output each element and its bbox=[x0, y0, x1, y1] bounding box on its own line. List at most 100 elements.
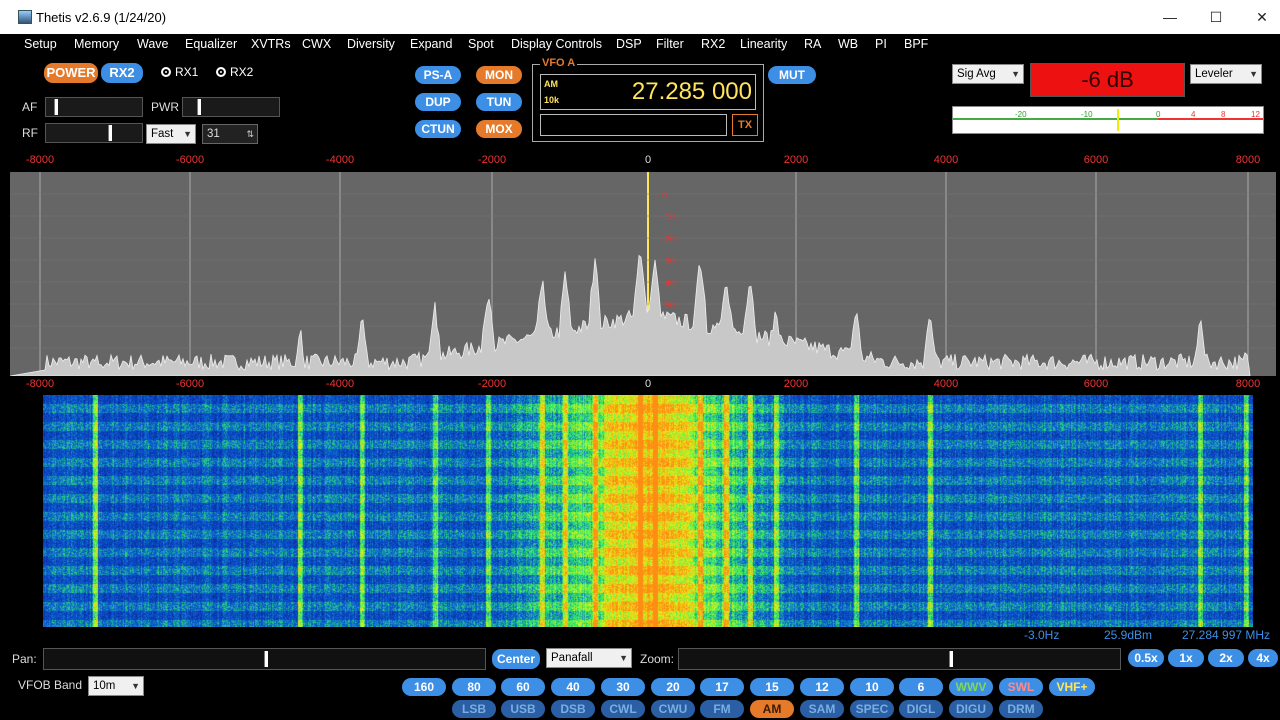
mode-am-button[interactable]: AM bbox=[750, 700, 794, 718]
mode-usb-button[interactable]: USB bbox=[501, 700, 545, 718]
vfo-step: 10k bbox=[544, 95, 560, 105]
menu-xvtrs[interactable]: XVTRs bbox=[251, 37, 291, 51]
vfo-frequency[interactable]: 27.285 000 bbox=[600, 78, 752, 106]
pan-slider[interactable] bbox=[43, 648, 486, 670]
mon-button[interactable]: MON bbox=[476, 66, 522, 84]
db-label: -20 bbox=[662, 234, 675, 244]
mode-sam-button[interactable]: SAM bbox=[800, 700, 844, 718]
zoom-label: Zoom: bbox=[640, 652, 675, 666]
band-wwv-button[interactable]: WWV bbox=[949, 678, 993, 696]
rf-label: RF bbox=[22, 126, 38, 140]
rx-meter-select[interactable]: Sig Avg ▼ bbox=[952, 64, 1024, 84]
panadapter[interactable]: 0-10-20-30-40-50-60 bbox=[10, 172, 1276, 376]
mut-button[interactable]: MUT bbox=[768, 66, 816, 84]
band-80-button[interactable]: 80 bbox=[452, 678, 496, 696]
menu-linearity[interactable]: Linearity bbox=[740, 37, 787, 51]
zoom-slider[interactable] bbox=[678, 648, 1121, 670]
mode-spec-button[interactable]: SPEC bbox=[850, 700, 894, 718]
pan-label: Pan: bbox=[12, 652, 37, 666]
band-60-button[interactable]: 60 bbox=[501, 678, 545, 696]
pwr-slider-thumb[interactable] bbox=[197, 99, 201, 115]
mode-dsb-button[interactable]: DSB bbox=[551, 700, 595, 718]
rf-slider-thumb[interactable] bbox=[108, 125, 112, 141]
mox-button[interactable]: MOX bbox=[476, 120, 522, 138]
zoom-0-5x-button[interactable]: 0.5x bbox=[1128, 649, 1164, 667]
top-freq-label: -4000 bbox=[325, 154, 355, 166]
radio-dot-icon bbox=[216, 67, 226, 77]
menu-equalizer[interactable]: Equalizer bbox=[185, 37, 237, 51]
tun-button[interactable]: TUN bbox=[476, 93, 522, 111]
tx-button[interactable]: TX bbox=[732, 114, 758, 136]
menu-spot[interactable]: Spot bbox=[468, 37, 494, 51]
agc-mode-select[interactable]: Fast ▼ bbox=[146, 124, 196, 144]
menu-setup[interactable]: Setup bbox=[24, 37, 57, 51]
band-20-button[interactable]: 20 bbox=[651, 678, 695, 696]
mode-drm-button[interactable]: DRM bbox=[999, 700, 1043, 718]
close-icon[interactable]: ✕ bbox=[1247, 6, 1277, 28]
mode-digl-button[interactable]: DIGL bbox=[899, 700, 943, 718]
agc-threshold-stepper[interactable]: 31 ⇅ bbox=[202, 124, 258, 144]
rx1-radio[interactable]: RX1 bbox=[161, 65, 198, 79]
rx2-radio-label: RX2 bbox=[230, 65, 254, 79]
menu-dsp[interactable]: DSP bbox=[616, 37, 642, 51]
ps-a-button[interactable]: PS-A bbox=[415, 66, 461, 84]
zoom-2x-button[interactable]: 2x bbox=[1208, 649, 1244, 667]
band-10-button[interactable]: 10 bbox=[850, 678, 894, 696]
vfo-mode: AM bbox=[544, 79, 558, 89]
mode-lsb-button[interactable]: LSB bbox=[452, 700, 496, 718]
menu-pi[interactable]: PI bbox=[875, 37, 887, 51]
mode-cwu-button[interactable]: CWU bbox=[651, 700, 695, 718]
band-6-button[interactable]: 6 bbox=[899, 678, 943, 696]
rx2-button[interactable]: RX2 bbox=[101, 63, 143, 83]
tx-meter-select[interactable]: Leveler ▼ bbox=[1190, 64, 1262, 84]
display-mode-select[interactable]: Panafall ▼ bbox=[546, 648, 632, 668]
power-button[interactable]: POWER bbox=[44, 63, 98, 83]
band-160-button[interactable]: 160 bbox=[402, 678, 446, 696]
menu-rx2[interactable]: RX2 bbox=[701, 37, 725, 51]
band-swl-button[interactable]: SWL bbox=[999, 678, 1043, 696]
menu-cwx[interactable]: CWX bbox=[302, 37, 331, 51]
rx2-radio[interactable]: RX2 bbox=[216, 65, 253, 79]
vfob-band-select[interactable]: 10m ▼ bbox=[88, 676, 144, 696]
menu-display-controls[interactable]: Display Controls bbox=[511, 37, 602, 51]
band-30-button[interactable]: 30 bbox=[601, 678, 645, 696]
mode-cwl-button[interactable]: CWL bbox=[601, 700, 645, 718]
mode-digu-button[interactable]: DIGU bbox=[949, 700, 993, 718]
ctun-button[interactable]: CTUN bbox=[415, 120, 461, 138]
meter-reading: -6 dB bbox=[1030, 63, 1185, 97]
vfo-sub-display bbox=[540, 114, 727, 136]
minimize-icon[interactable]: — bbox=[1155, 6, 1185, 28]
band-17-button[interactable]: 17 bbox=[700, 678, 744, 696]
title-bar: Thetis v2.6.9 (1/24/20) — ☐ ✕ bbox=[0, 0, 1280, 34]
mid-freq-label: -8000 bbox=[25, 378, 55, 390]
spin-arrows-icon[interactable]: ⇅ bbox=[246, 125, 254, 143]
menu-wave[interactable]: Wave bbox=[137, 37, 169, 51]
zoom-1x-button[interactable]: 1x bbox=[1168, 649, 1204, 667]
waterfall[interactable] bbox=[43, 395, 1253, 627]
center-button[interactable]: Center bbox=[492, 649, 540, 669]
mode-fm-button[interactable]: FM bbox=[700, 700, 744, 718]
pwr-slider[interactable] bbox=[182, 97, 280, 117]
band-vhf-button[interactable]: VHF+ bbox=[1049, 678, 1095, 696]
menu-memory[interactable]: Memory bbox=[74, 37, 119, 51]
af-slider-thumb[interactable] bbox=[54, 99, 58, 115]
maximize-icon[interactable]: ☐ bbox=[1201, 6, 1231, 28]
af-slider[interactable] bbox=[45, 97, 143, 117]
dup-button[interactable]: DUP bbox=[415, 93, 461, 111]
band-15-button[interactable]: 15 bbox=[750, 678, 794, 696]
pan-slider-thumb[interactable] bbox=[264, 651, 268, 667]
zoom-slider-thumb[interactable] bbox=[949, 651, 953, 667]
band-40-button[interactable]: 40 bbox=[551, 678, 595, 696]
menu-ra[interactable]: RA bbox=[804, 37, 821, 51]
band-12-button[interactable]: 12 bbox=[800, 678, 844, 696]
menu-expand[interactable]: Expand bbox=[410, 37, 452, 51]
rf-slider[interactable] bbox=[45, 123, 143, 143]
db-label: -10 bbox=[662, 212, 675, 222]
menu-bpf[interactable]: BPF bbox=[904, 37, 928, 51]
menu-wb[interactable]: WB bbox=[838, 37, 858, 51]
zoom-4x-button[interactable]: 4x bbox=[1248, 649, 1278, 667]
mid-freq-label: -4000 bbox=[325, 378, 355, 390]
meter-needle bbox=[1117, 109, 1119, 131]
menu-filter[interactable]: Filter bbox=[656, 37, 684, 51]
menu-diversity[interactable]: Diversity bbox=[347, 37, 395, 51]
